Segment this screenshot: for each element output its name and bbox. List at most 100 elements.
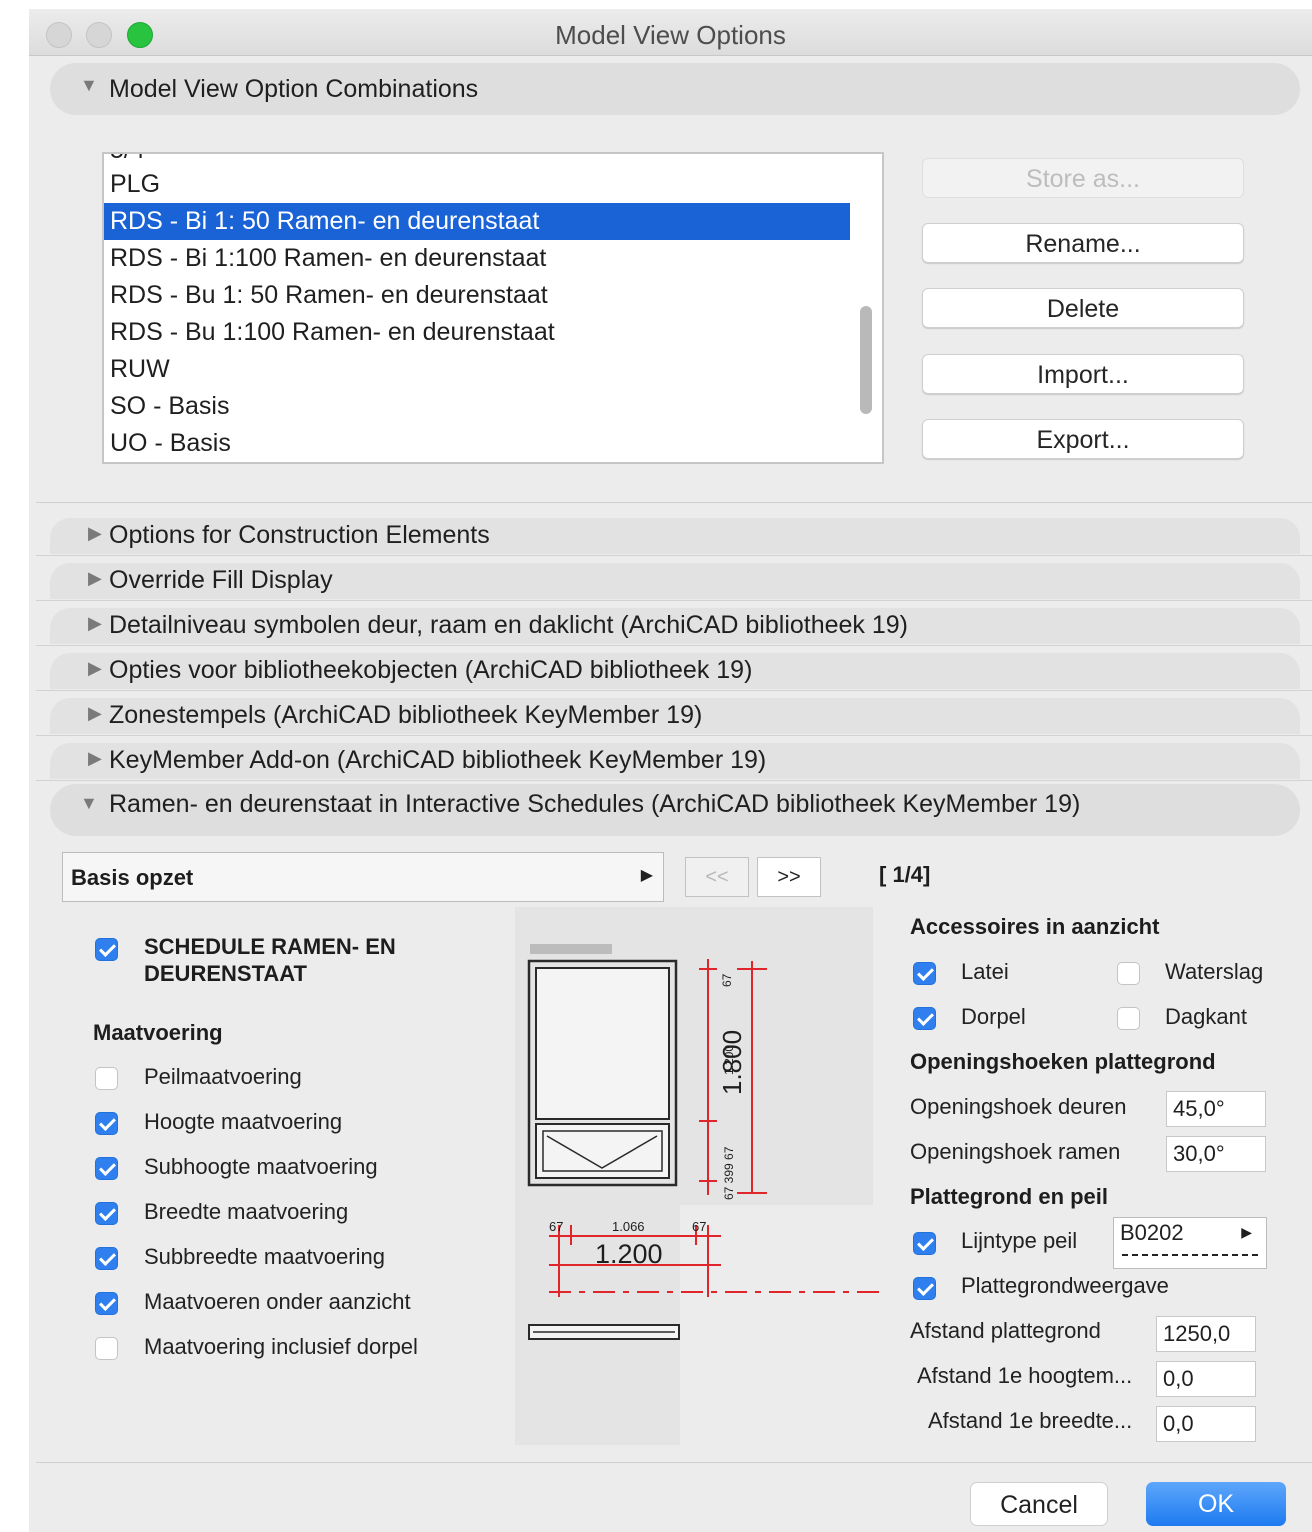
dim-width-right: 67 <box>692 1219 706 1234</box>
export-button[interactable]: Export... <box>922 419 1244 459</box>
disclosure-open-icon: ▼ <box>80 75 98 95</box>
section-header-collapsed[interactable]: ▶ Detailniveau symbolen deur, raam en dak… <box>36 605 1312 646</box>
section-header-collapsed[interactable]: ▶ Zonestempels (ArchiCAD bibliotheek KeyM… <box>36 695 1312 736</box>
combination-list[interactable]: 5/4 PLGRDS - Bi 1: 50 Ramen- en deurenst… <box>102 152 884 464</box>
section-title: Override Fill Display <box>109 566 333 594</box>
section-header-collapsed[interactable]: ▶ Opties voor bibliotheekobjecten (ArchiC… <box>36 650 1312 691</box>
next-page-button[interactable]: >> <box>757 857 821 897</box>
maatvoering-option-label: Maatvoeren onder aanzicht <box>144 1289 411 1314</box>
maatvoering-option-checkbox[interactable] <box>95 1157 118 1180</box>
list-item[interactable]: RUW <box>104 351 850 388</box>
disclosure-closed-icon: ▶ <box>88 523 102 543</box>
schedule-checkbox[interactable] <box>95 938 118 961</box>
section-title: Detailniveau symbolen deur, raam en dakl… <box>109 611 909 639</box>
section-title: Opties voor bibliotheekobjecten (ArchiCA… <box>109 656 753 684</box>
maatvoering-option-checkbox[interactable] <box>95 1292 118 1315</box>
waterslag-label: Waterslag <box>1165 959 1264 984</box>
waterslag-checkbox[interactable] <box>1117 962 1140 985</box>
rename-button[interactable]: Rename... <box>922 223 1244 263</box>
window-upper-pane <box>535 967 670 1120</box>
list-item[interactable]: RDS - Bi 1:100 Ramen- en deurenstaat <box>104 240 850 277</box>
afstand-plattegrond-field[interactable]: 1250,0 <box>1156 1316 1256 1352</box>
section-header-collapsed[interactable]: ▶ Override Fill Display <box>36 560 1312 601</box>
dagkant-checkbox[interactable] <box>1117 1007 1140 1030</box>
lijntype-peil-label: Lijntype peil <box>961 1228 1078 1253</box>
maatvoering-option-checkbox[interactable] <box>95 1202 118 1225</box>
list-item[interactable]: UO - Basis <box>104 425 850 462</box>
section-header-combinations[interactable]: ▼ Model View Option Combinations <box>50 63 1300 115</box>
maatvoering-option-label: Maatvoering inclusief dorpel <box>144 1334 418 1359</box>
page-indicator: [ 1/4] <box>879 862 931 887</box>
lijntype-select[interactable]: B0202 ▶ <box>1113 1217 1267 1269</box>
maatvoering-option-label: Hoogte maatvoering <box>144 1109 343 1134</box>
afstand-breedte-label: Afstand 1e breedte... <box>928 1408 1133 1433</box>
disclosure-closed-icon: ▶ <box>88 703 102 723</box>
openingshoek-ramen-field[interactable]: 30,0° <box>1166 1136 1266 1172</box>
list-item[interactable]: RDS - Bu 1:100 Ramen- en deurenstaat <box>104 314 850 351</box>
section-header-collapsed[interactable]: ▶ KeyMember Add-on (ArchiCAD bibliotheek … <box>36 740 1312 781</box>
afstand-hoogte-label: Afstand 1e hoogtem... <box>917 1363 1133 1388</box>
openingshoek-deuren-field[interactable]: 45,0° <box>1166 1091 1266 1127</box>
schedule-label-line2: DEURENSTAAT <box>144 961 307 986</box>
section-header-schedule[interactable]: ▼ Ramen- en deurenstaat in Interactive S… <box>50 784 1300 836</box>
delete-button[interactable]: Delete <box>922 288 1244 328</box>
maatvoering-option-checkbox[interactable] <box>95 1337 118 1360</box>
plattegrondweergave-checkbox[interactable] <box>913 1277 936 1300</box>
dim-sub-top: 67 <box>720 973 734 987</box>
latei-checkbox[interactable] <box>913 962 936 985</box>
disclosure-closed-icon: ▶ <box>88 568 102 588</box>
section-title: Model View Option Combinations <box>109 75 479 103</box>
section-title: Zonestempels (ArchiCAD bibliotheek KeyMe… <box>109 701 703 729</box>
section-header-collapsed[interactable]: ▶ Options for Construction Elements <box>36 515 1312 556</box>
maatvoering-option-checkbox[interactable] <box>95 1112 118 1135</box>
maatvoering-option-label: Breedte maatvoering <box>144 1199 349 1224</box>
list-item[interactable]: RDS - Bi 1: 50 Ramen- en deurenstaat <box>104 203 850 240</box>
dim-sub-low: 67 399 67 <box>722 1146 736 1200</box>
openingshoeken-heading: Openingshoeken plattegrond <box>910 1049 1216 1074</box>
window-lower-pane <box>535 1123 670 1179</box>
window-title: Model View Options <box>555 20 786 50</box>
schedule-label-line1: SCHEDULE RAMEN- EN <box>144 934 396 959</box>
disclosure-closed-icon: ▶ <box>88 748 102 768</box>
plattegrondweergave-label: Plattegrondweergave <box>961 1273 1169 1298</box>
afstand-hoogte-field[interactable]: 0,0 <box>1156 1361 1256 1397</box>
dim-total-width: 1.200 <box>595 1239 663 1269</box>
afstand-plattegrond-label: Afstand plattegrond <box>910 1318 1101 1343</box>
dorpel-label: Dorpel <box>961 1004 1026 1029</box>
arrow-right-icon: ▶ <box>640 867 653 884</box>
previous-page-button[interactable]: << <box>685 857 749 897</box>
title-bar: Model View Options <box>29 9 1312 56</box>
model-view-options-window: Model View Options ▼ Model View Option C… <box>29 9 1312 1532</box>
maatvoering-option-label: Subhoogte maatvoering <box>144 1154 378 1179</box>
accessoires-heading: Accessoires in aanzicht <box>910 914 1160 939</box>
lintel-shape <box>530 944 612 954</box>
dim-sub-mid: 1.200 <box>722 1045 736 1075</box>
maatvoering-heading: Maatvoering <box>93 1020 223 1045</box>
openingshoek-ramen-label: Openingshoek ramen <box>910 1139 1121 1164</box>
section-title: Ramen- en deurenstaat in Interactive Sch… <box>109 790 1081 818</box>
list-scrollbar[interactable] <box>860 306 872 414</box>
lijntype-peil-checkbox[interactable] <box>913 1232 936 1255</box>
store-as-button[interactable]: Store as... <box>922 158 1244 198</box>
maatvoering-option-checkbox[interactable] <box>95 1247 118 1270</box>
afstand-breedte-field[interactable]: 0,0 <box>1156 1406 1256 1442</box>
dim-width-left: 67 <box>549 1219 563 1234</box>
dorpel-checkbox[interactable] <box>913 1007 936 1030</box>
ok-button[interactable]: OK <box>1146 1482 1286 1526</box>
list-item[interactable]: PLG <box>104 166 850 203</box>
page-select[interactable]: Basis opzet ▶ <box>62 852 664 902</box>
section-title: Options for Construction Elements <box>109 521 490 549</box>
page-select-value: Basis opzet <box>71 865 194 890</box>
import-button[interactable]: Import... <box>922 354 1244 394</box>
divider <box>36 502 1312 503</box>
disclosure-open-icon: ▼ <box>80 793 98 813</box>
list-item[interactable]: SO - Basis <box>104 388 850 425</box>
disclosure-closed-icon: ▶ <box>88 613 102 633</box>
dim-width-mid: 1.066 <box>612 1219 645 1234</box>
dagkant-label: Dagkant <box>1165 1004 1247 1029</box>
cancel-button[interactable]: Cancel <box>970 1482 1108 1526</box>
list-item[interactable]: RDS - Bu 1: 50 Ramen- en deurenstaat <box>104 277 850 314</box>
maatvoering-option-checkbox[interactable] <box>95 1067 118 1090</box>
plattegrond-heading: Plattegrond en peil <box>910 1184 1109 1209</box>
latei-label: Latei <box>961 959 1009 984</box>
